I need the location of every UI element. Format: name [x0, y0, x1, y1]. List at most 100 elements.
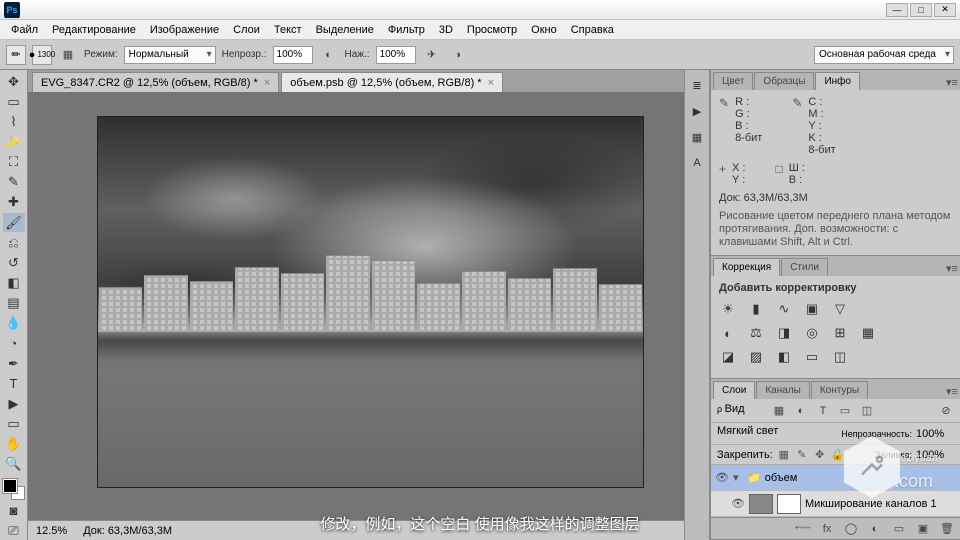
close-button[interactable]: ✕: [934, 3, 956, 17]
new-layer-icon[interactable]: ▣: [916, 522, 930, 536]
dodge-tool[interactable]: ◔: [3, 334, 25, 353]
character-icon[interactable]: A: [688, 154, 706, 172]
gradientmap-icon[interactable]: ▭: [803, 348, 821, 366]
history-brush-tool[interactable]: ↺: [3, 253, 25, 272]
wand-tool[interactable]: ✨: [3, 132, 25, 151]
tool-indicator-icon[interactable]: ✏: [6, 45, 26, 65]
invert-icon[interactable]: ◪: [719, 348, 737, 366]
tab-color[interactable]: Цвет: [713, 72, 753, 90]
doc-tab-2[interactable]: объем.psb @ 12,5% (объем, RGB/8) *×: [281, 72, 503, 92]
visibility-icon[interactable]: 👁: [731, 497, 745, 510]
pressure-size-icon[interactable]: ◑: [448, 45, 468, 65]
filter-shape-icon[interactable]: ▭: [837, 403, 853, 419]
properties-icon[interactable]: ▦: [688, 128, 706, 146]
layer-thumb[interactable]: [749, 494, 773, 514]
curves-icon[interactable]: ∿: [775, 300, 793, 318]
shape-tool[interactable]: ▭: [3, 414, 25, 433]
zoom-tool[interactable]: 🔍: [3, 455, 25, 474]
photofilter-icon[interactable]: ◎: [803, 324, 821, 342]
menu-text[interactable]: Текст: [267, 24, 309, 36]
airbrush-icon[interactable]: ✈: [422, 45, 442, 65]
history-icon[interactable]: ≣: [688, 76, 706, 94]
posterize-icon[interactable]: ▨: [747, 348, 765, 366]
lock-transparency-icon[interactable]: ▦: [777, 448, 791, 462]
balance-icon[interactable]: ⚖: [747, 324, 765, 342]
screenmode-toggle[interactable]: ⎚: [3, 521, 25, 540]
zoom-level[interactable]: 12.5%: [36, 525, 67, 537]
workspace-switcher[interactable]: Основная рабочая среда: [814, 46, 954, 64]
link-icon[interactable]: ⬳: [796, 522, 810, 536]
crop-tool[interactable]: ⛶: [3, 153, 25, 172]
lock-all-icon[interactable]: 🔒: [831, 448, 845, 462]
brush-tool[interactable]: 🖌: [3, 213, 25, 232]
filter-adjust-icon[interactable]: ◐: [793, 403, 809, 419]
eraser-tool[interactable]: ◧: [3, 273, 25, 292]
filter-type-icon[interactable]: T: [815, 403, 831, 419]
filter-smart-icon[interactable]: ◫: [859, 403, 875, 419]
new-adjustment-icon[interactable]: ◐: [868, 522, 882, 536]
lasso-tool[interactable]: ⌇: [3, 112, 25, 131]
layer-name[interactable]: объем: [765, 472, 798, 484]
color-swatches[interactable]: [3, 479, 25, 500]
tab-layers[interactable]: Слои: [713, 381, 755, 399]
minimize-button[interactable]: —: [886, 3, 908, 17]
menu-file[interactable]: Файл: [4, 24, 45, 36]
gradient-tool[interactable]: ▤: [3, 294, 25, 313]
mixer-icon[interactable]: ⊞: [831, 324, 849, 342]
exposure-icon[interactable]: ▣: [803, 300, 821, 318]
panel-menu-icon[interactable]: ▾≡: [944, 383, 960, 399]
tab-adjustments[interactable]: Коррекция: [713, 258, 780, 276]
menu-view[interactable]: Просмотр: [460, 24, 524, 36]
tab-swatches[interactable]: Образцы: [754, 72, 814, 90]
layer-opacity-field[interactable]: 100%: [916, 428, 954, 440]
tab-paths[interactable]: Контуры: [811, 381, 868, 399]
actions-icon[interactable]: ▶: [688, 102, 706, 120]
delete-icon[interactable]: 🗑: [940, 522, 954, 536]
fill-field[interactable]: 100%: [916, 449, 954, 461]
tab-styles[interactable]: Стили: [781, 258, 828, 276]
layer-row[interactable]: 👁 ▾ 📁 объем: [711, 465, 960, 491]
layer-filter-select[interactable]: ρ Вид: [717, 403, 765, 419]
marquee-tool[interactable]: ▭: [3, 92, 25, 111]
menu-window[interactable]: Окно: [524, 24, 564, 36]
chevron-down-icon[interactable]: ▾: [733, 471, 743, 484]
menu-3d[interactable]: 3D: [432, 24, 460, 36]
menu-filter[interactable]: Фильтр: [381, 24, 432, 36]
move-tool[interactable]: ✥: [3, 72, 25, 91]
blur-tool[interactable]: 💧: [3, 314, 25, 333]
hand-tool[interactable]: ✋: [3, 435, 25, 454]
doc-tab-1[interactable]: EVG_8347.CR2 @ 12,5% (объем, RGB/8) *×: [32, 72, 279, 92]
pen-tool[interactable]: ✒: [3, 354, 25, 373]
layer-row[interactable]: 👁 Микширование каналов 1: [711, 491, 960, 517]
hue-icon[interactable]: ◐: [719, 324, 737, 342]
stamp-tool[interactable]: ⎌: [3, 233, 25, 252]
fx-icon[interactable]: fx: [820, 522, 834, 536]
menu-image[interactable]: Изображение: [143, 24, 226, 36]
menu-help[interactable]: Справка: [564, 24, 621, 36]
vibrance-icon[interactable]: ▽: [831, 300, 849, 318]
flow-field[interactable]: 100%: [376, 46, 416, 64]
layer-name[interactable]: Микширование каналов 1: [805, 498, 937, 510]
heal-tool[interactable]: ✚: [3, 193, 25, 212]
levels-icon[interactable]: ▮: [747, 300, 765, 318]
tab-channels[interactable]: Каналы: [756, 381, 810, 399]
lock-position-icon[interactable]: ✥: [813, 448, 827, 462]
menu-select[interactable]: Выделение: [309, 24, 381, 36]
pressure-opacity-icon[interactable]: ◐: [319, 45, 339, 65]
maximize-button[interactable]: □: [910, 3, 932, 17]
selective-icon[interactable]: ◫: [831, 348, 849, 366]
blend-mode-select[interactable]: Мягкий свет: [717, 425, 837, 443]
threshold-icon[interactable]: ◧: [775, 348, 793, 366]
panel-menu-icon[interactable]: ▾≡: [944, 74, 960, 90]
new-group-icon[interactable]: ▭: [892, 522, 906, 536]
tab-info[interactable]: Инфо: [815, 72, 860, 90]
menu-edit[interactable]: Редактирование: [45, 24, 143, 36]
brightness-icon[interactable]: ☀: [719, 300, 737, 318]
panel-menu-icon[interactable]: ▾≡: [944, 260, 960, 276]
type-tool[interactable]: T: [3, 374, 25, 393]
close-icon[interactable]: ×: [488, 77, 494, 89]
lookup-icon[interactable]: ▦: [859, 324, 877, 342]
mask-thumb[interactable]: [777, 494, 801, 514]
filter-toggle[interactable]: ⊘: [938, 403, 954, 419]
bw-icon[interactable]: ◨: [775, 324, 793, 342]
